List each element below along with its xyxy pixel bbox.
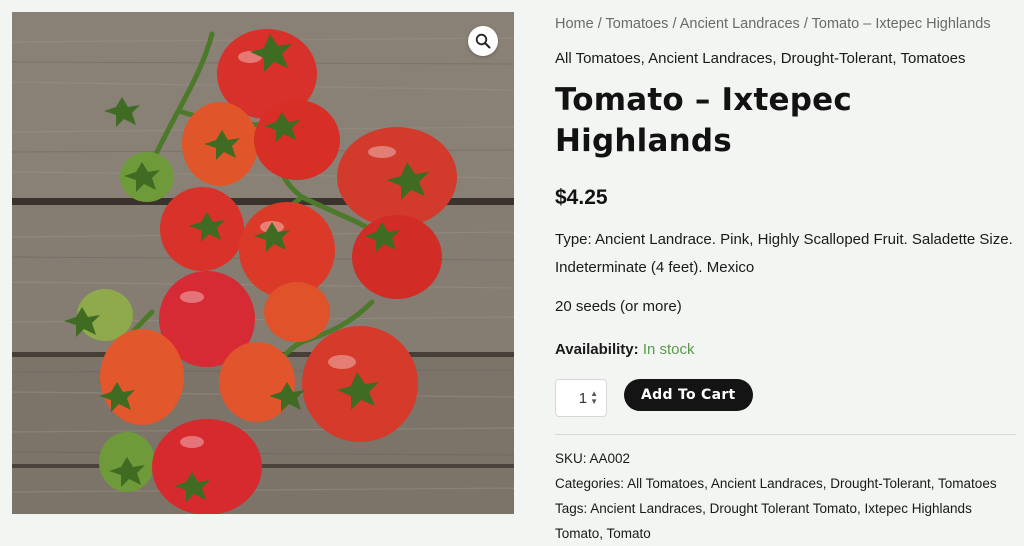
product-categories-top[interactable]: All Tomatoes, Ancient Landraces, Drought… — [555, 50, 966, 67]
product-price: $4.25 — [555, 186, 608, 209]
sku-label: SKU: — [555, 451, 587, 466]
tag-link[interactable]: Ancient Landraces — [590, 501, 702, 516]
quantity-value[interactable]: 1 — [579, 390, 587, 407]
breadcrumb-home[interactable]: Home — [555, 16, 594, 32]
tag-link[interactable]: Drought Tolerant Tomato — [710, 501, 857, 516]
seed-count: 20 seeds (or more) — [555, 298, 682, 315]
quantity-stepper[interactable]: 1 ▲ ▼ — [555, 379, 607, 417]
breadcrumb-separator: / — [597, 16, 602, 32]
breadcrumb-ancient-landraces[interactable]: Ancient Landraces — [680, 16, 800, 32]
stepper-arrows[interactable]: ▲ ▼ — [590, 390, 598, 406]
availability: Availability: In stock — [555, 341, 695, 358]
tag-link[interactable]: Tomato — [607, 526, 651, 541]
description-line: Type: Ancient Landrace. Pink, Highly Sca… — [555, 231, 1013, 248]
divider — [555, 434, 1016, 435]
breadcrumb-separator: / — [803, 16, 808, 32]
product-meta: SKU: AA002 Categories: All Tomatoes, Anc… — [555, 446, 1017, 546]
chevron-down-icon[interactable]: ▼ — [590, 398, 598, 406]
breadcrumb: Home / Tomatoes / Ancient Landraces / To… — [555, 16, 991, 32]
tags-label: Tags: — [555, 501, 588, 516]
category-link[interactable]: Tomatoes — [938, 476, 997, 491]
breadcrumb-current: Tomato – Ixtepec Highlands — [811, 16, 991, 32]
tomato-photo — [12, 12, 514, 514]
magnifier-icon — [475, 33, 491, 49]
product-description: Type: Ancient Landrace. Pink, Highly Sca… — [555, 226, 1024, 282]
stock-status: In stock — [642, 341, 695, 358]
sku-value: AA002 — [589, 451, 631, 466]
product-title: Tomato – Ixtepec Highlands — [555, 82, 852, 159]
description-line: Indeterminate (4 feet). Mexico — [555, 259, 755, 276]
zoom-button[interactable] — [468, 26, 498, 56]
add-to-cart-button[interactable]: Add To Cart — [624, 379, 753, 411]
product-image[interactable] — [12, 12, 514, 514]
sku-row: SKU: AA002 — [555, 446, 1017, 471]
breadcrumb-separator: / — [672, 16, 677, 32]
category-link[interactable]: Ancient Landraces — [711, 476, 823, 491]
availability-label: Availability: — [555, 341, 639, 358]
categories-row: Categories: All Tomatoes, Ancient Landra… — [555, 476, 997, 491]
category-link[interactable]: All Tomatoes — [627, 476, 704, 491]
breadcrumb-tomatoes[interactable]: Tomatoes — [606, 16, 669, 32]
category-link[interactable]: Drought-Tolerant — [830, 476, 931, 491]
tags-row: Tags: Ancient Landraces, Drought Toleran… — [555, 501, 972, 541]
categories-label: Categories: — [555, 476, 625, 491]
